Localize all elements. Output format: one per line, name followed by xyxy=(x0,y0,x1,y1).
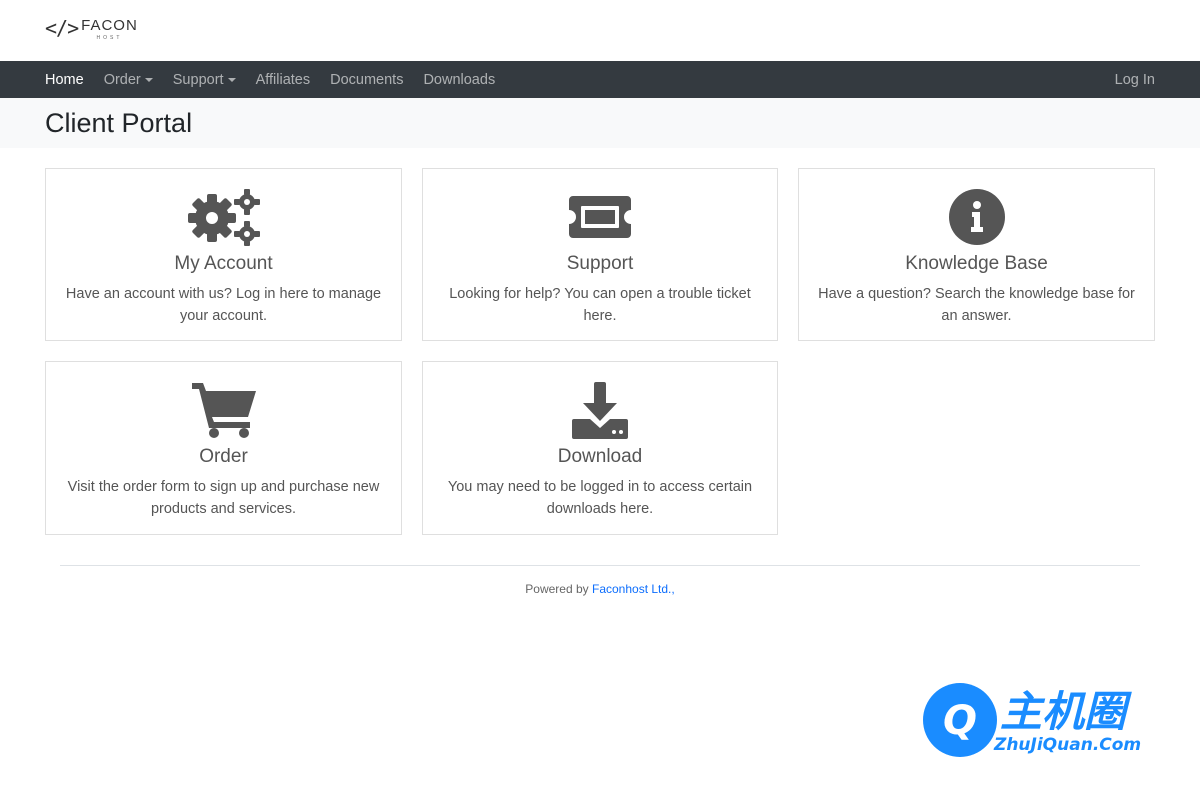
ticket-icon xyxy=(423,188,777,246)
card-description: Looking for help? You can open a trouble… xyxy=(449,286,751,324)
logo-subtitle: HOST xyxy=(96,35,123,41)
watermark-cn: 主机圈 xyxy=(1000,687,1132,736)
card-description: Have a question? Search the knowledge ba… xyxy=(818,286,1135,324)
nav-support-dropdown[interactable]: Support xyxy=(173,72,236,88)
nav-downloads[interactable]: Downloads xyxy=(423,72,495,88)
nav-affiliates[interactable]: Affiliates xyxy=(256,72,311,88)
nav-order-dropdown[interactable]: Order xyxy=(104,72,153,88)
card-my-account[interactable]: My Account Have an account with us? Log … xyxy=(45,168,402,341)
nav-documents[interactable]: Documents xyxy=(330,72,403,88)
cogs-icon xyxy=(46,188,401,246)
main-navbar: Home Order Support Affiliates Documents … xyxy=(0,61,1200,98)
card-description: Visit the order form to sign up and purc… xyxy=(67,479,380,517)
brand-logo[interactable]: </> FACON HOST xyxy=(45,14,138,42)
login-link[interactable]: Log In xyxy=(1115,72,1155,88)
nav-documents-label: Documents xyxy=(330,71,404,88)
card-description: Have an account with us? Log in here to … xyxy=(65,286,382,324)
logo-name: FACON xyxy=(81,17,138,34)
card-title: Knowledge Base xyxy=(905,253,1048,274)
watermark-logo: Q 主机圈 ZhuJiQuan.Com xyxy=(920,680,1170,760)
caret-down-icon xyxy=(144,77,153,82)
card-title: Order xyxy=(199,446,248,467)
watermark-q: Q xyxy=(943,698,977,744)
top-bar: </> FACON HOST xyxy=(0,0,1200,61)
footer-company-link[interactable]: Faconhost Ltd., xyxy=(592,582,675,596)
card-download[interactable]: Download You may need to be logged in to… xyxy=(422,361,778,535)
card-title: Support xyxy=(566,253,634,274)
card-order[interactable]: Order Visit the order form to sign up an… xyxy=(45,361,402,535)
caret-down-icon xyxy=(227,77,236,82)
info-circle-icon xyxy=(799,188,1154,246)
card-title: Download xyxy=(557,446,643,467)
nav-order-label: Order xyxy=(103,71,141,88)
page-header: Client Portal xyxy=(0,98,1200,148)
download-icon xyxy=(423,381,777,439)
footer-powered-by: Powered by xyxy=(525,582,589,596)
card-description: You may need to be logged in to access c… xyxy=(447,479,753,517)
login-label: Log In xyxy=(1114,71,1155,88)
shopping-cart-icon xyxy=(46,381,401,439)
nav-home-label: Home xyxy=(45,71,84,88)
nav-downloads-label: Downloads xyxy=(423,71,496,88)
watermark-en: ZhuJiQuan.Com xyxy=(993,735,1141,755)
logo-code-icon: </> xyxy=(45,16,79,40)
card-knowledge-base[interactable]: Knowledge Base Have a question? Search t… xyxy=(798,168,1155,341)
footer-divider xyxy=(60,565,1140,566)
card-support[interactable]: Support Looking for help? You can open a… xyxy=(422,168,778,341)
footer: Powered by Faconhost Ltd., xyxy=(0,582,1200,596)
nav-support-label: Support xyxy=(172,71,224,88)
page-title: Client Portal xyxy=(45,107,193,138)
nav-affiliates-label: Affiliates xyxy=(255,71,311,88)
nav-home[interactable]: Home xyxy=(45,72,84,88)
card-title: My Account xyxy=(174,253,273,274)
